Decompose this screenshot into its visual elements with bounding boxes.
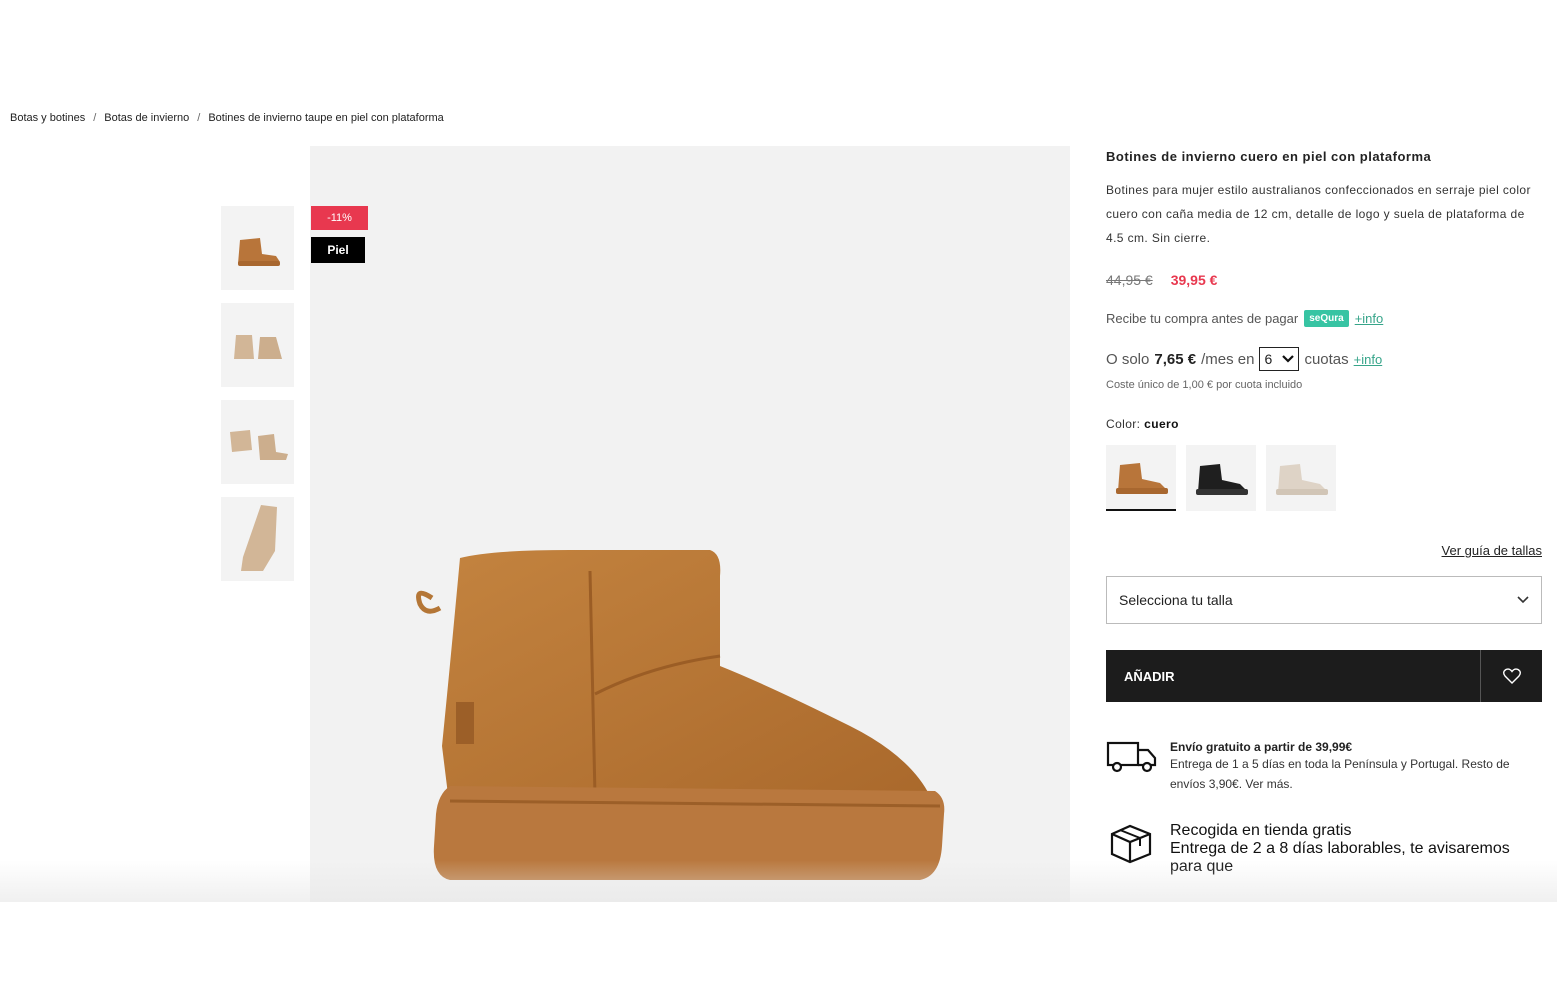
boot-top-icon (240, 505, 277, 571)
pickup-title: Recogida en tienda gratis (1170, 822, 1352, 839)
thumbnail-list (221, 206, 294, 594)
breadcrumb-separator: / (197, 112, 201, 124)
installments-row: O solo 7,65 € /mes en 6 cuotas +info (1106, 347, 1542, 371)
installments-cost-note: Coste único de 1,00 € por cuota incluido (1106, 379, 1303, 391)
installments-info-link[interactable]: +info (1354, 352, 1383, 367)
product-title: Botines de invierno cuero en piel con pl… (1106, 149, 1432, 164)
breadcrumb-item-botas-de-invierno[interactable]: Botas de invierno (104, 112, 189, 124)
wishlist-button[interactable] (1480, 650, 1542, 702)
material-badge: Piel (311, 237, 365, 263)
boot-main-illustration (416, 550, 945, 880)
installments-count-select[interactable]: 6 (1259, 347, 1300, 371)
thumbnail-pair-back[interactable] (221, 400, 294, 484)
free-shipping-title: Envío gratuito a partir de 39,99€ (1170, 740, 1353, 754)
color-swatches (1106, 445, 1542, 511)
sequra-info-link[interactable]: +info (1355, 311, 1384, 326)
color-label: Color: (1106, 417, 1141, 431)
shipping-info: Envío gratuito a partir de 39,99€ Entreg… (1106, 740, 1542, 794)
discount-badge: -11% (311, 206, 368, 230)
installments-suffix: cuotas (1304, 350, 1349, 368)
boot-beige-icon (1276, 464, 1328, 495)
product-description: Botines para mujer estilo australianos c… (1106, 183, 1531, 245)
sequra-logo: seQura (1304, 310, 1349, 327)
size-select[interactable]: Selecciona tu talla (1106, 576, 1542, 624)
chevron-down-icon (1282, 355, 1295, 363)
thumbnail-side-view[interactable] (221, 206, 294, 290)
installments-per: /mes en (1201, 350, 1255, 368)
sequra-row: Recibe tu compra antes de pagar seQura +… (1106, 310, 1542, 327)
breadcrumb-item-current[interactable]: Botines de invierno taupe en piel con pl… (208, 112, 443, 124)
breadcrumb: Botas y botines / Botas de invierno / Bo… (10, 112, 444, 124)
breadcrumb-item-botas-y-botines[interactable]: Botas y botines (10, 112, 85, 124)
installments-prefix: O solo (1106, 350, 1150, 368)
size-guide-link[interactable]: Ver guía de tallas (1106, 543, 1542, 558)
free-shipping-desc: Entrega de 1 a 5 días en toda la Penínsu… (1170, 757, 1510, 791)
boot-negro-icon (1196, 464, 1248, 495)
bottom-fade (0, 860, 1557, 902)
product-info-panel: Botines de invierno cuero en piel con pl… (1106, 146, 1542, 876)
swatch-cuero[interactable] (1106, 445, 1176, 511)
color-label-row: Color: cuero (1106, 417, 1542, 431)
swatch-negro[interactable] (1186, 445, 1256, 511)
current-price: 39,95 € (1170, 272, 1218, 288)
breadcrumb-separator: / (93, 112, 97, 124)
size-select-placeholder: Selecciona tu talla (1119, 592, 1233, 608)
add-to-cart-row: AÑADIR (1106, 650, 1542, 702)
add-to-cart-button[interactable]: AÑADIR (1106, 650, 1480, 702)
color-value: cuero (1144, 417, 1179, 431)
old-price: 44,95 € (1106, 272, 1153, 288)
boot-pair-icon (233, 335, 282, 359)
thumbnail-top-view[interactable] (221, 497, 294, 581)
price-block: 44,95 € 39,95 € (1106, 272, 1542, 288)
boot-side-icon (237, 238, 280, 266)
sequra-text: Recibe tu compra antes de pagar (1106, 311, 1299, 326)
chevron-down-icon (1517, 596, 1529, 604)
thumbnail-pair-front[interactable] (221, 303, 294, 387)
swatch-beige[interactable] (1266, 445, 1336, 511)
installments-count-value: 6 (1264, 351, 1273, 367)
heart-icon (1502, 668, 1521, 684)
truck-icon (1106, 740, 1158, 794)
boot-pair-back-icon (229, 430, 288, 460)
main-product-image[interactable] (310, 146, 1070, 902)
installments-amount: 7,65 € (1154, 350, 1197, 368)
boot-cuero-icon (1116, 463, 1168, 494)
